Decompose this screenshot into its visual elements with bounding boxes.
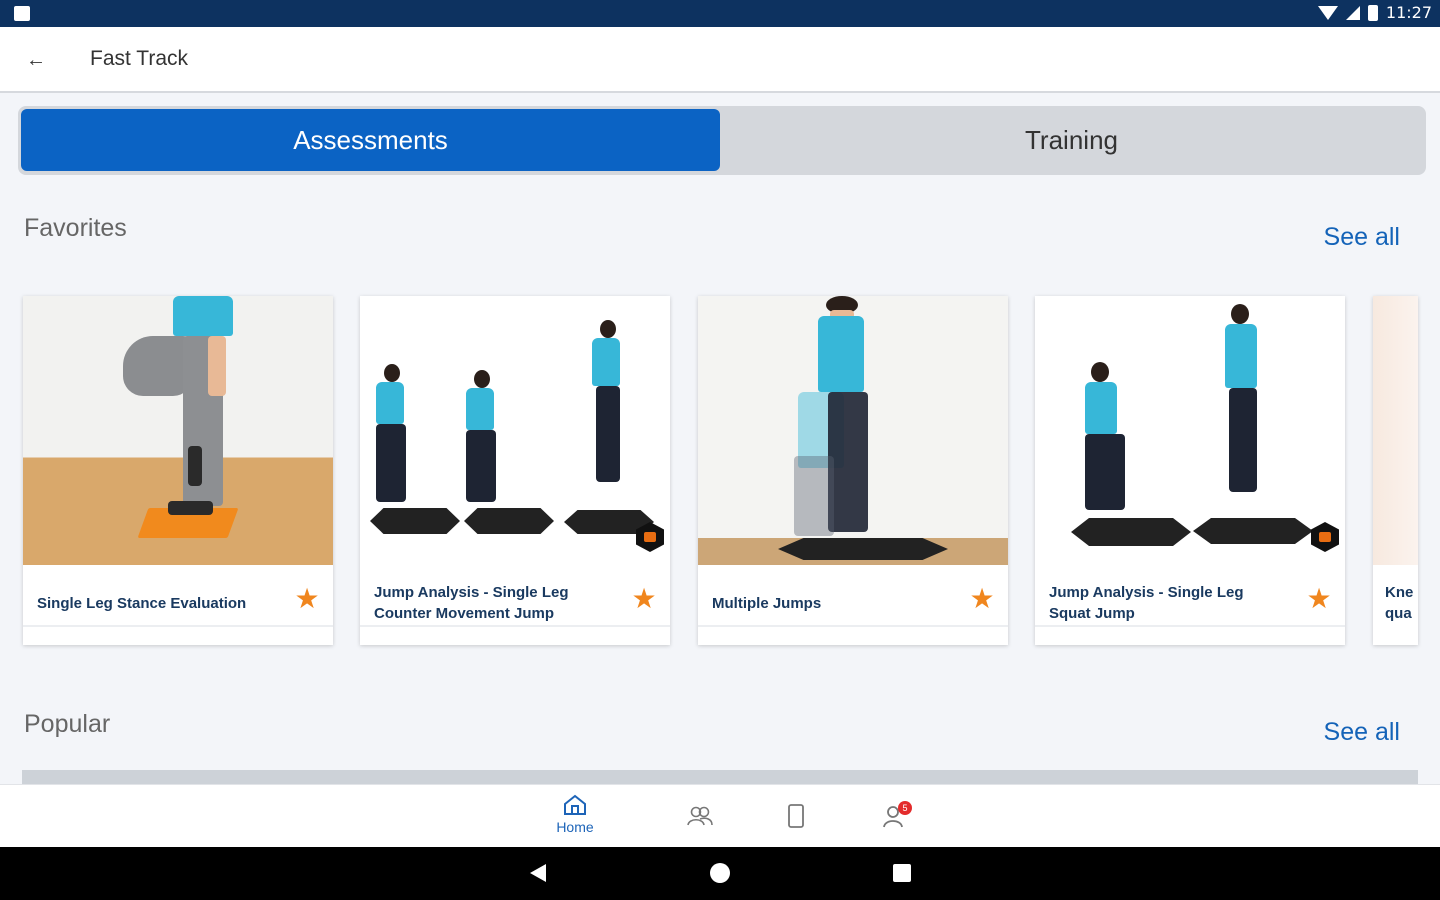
phone-icon [788, 804, 804, 828]
card-title-line2: qua [1385, 605, 1412, 622]
favorite-card[interactable]: Jump Analysis - Single Leg Squat Jump ★ [1035, 296, 1345, 645]
favorites-title: Favorites [24, 214, 127, 242]
favorite-card[interactable]: Multiple Jumps ★ [698, 296, 1008, 645]
favorites-see-all-link[interactable]: See all [1324, 223, 1400, 252]
sd-card-icon [14, 6, 30, 21]
card-thumbnail [23, 296, 333, 565]
notification-badge: 5 [898, 801, 912, 815]
popular-title: Popular [24, 710, 111, 738]
nav-home-label: Home [556, 819, 594, 835]
bottom-navigation: Home 5 [0, 784, 1440, 847]
card-thumbnail [698, 296, 1008, 565]
card-title: Single Leg Stance Evaluation [37, 594, 247, 612]
card-title: Kne qua [1385, 582, 1413, 624]
popular-see-all-link[interactable]: See all [1324, 718, 1400, 747]
wifi-icon [1317, 5, 1338, 20]
system-back-icon[interactable] [530, 864, 546, 882]
card-thumbnail [1373, 296, 1418, 565]
favorite-card[interactable]: Single Leg Stance Evaluation ★ [23, 296, 333, 645]
popular-list-top [22, 770, 1418, 784]
app-bar: ← Fast Track [0, 27, 1440, 93]
star-icon[interactable]: ★ [630, 585, 658, 613]
status-icons: 11:27 [1317, 3, 1432, 22]
favorite-card[interactable]: Jump Analysis - Single Leg Counter Movem… [360, 296, 670, 645]
card-title-line1: Kne [1385, 584, 1414, 601]
back-arrow-icon[interactable]: ← [20, 45, 52, 77]
star-icon[interactable]: ★ [968, 585, 996, 613]
people-icon [687, 806, 713, 826]
nav-profile[interactable]: 5 [864, 801, 924, 853]
card-thumbnail [360, 296, 670, 565]
segmented-tabs: Assessments Training [18, 106, 1426, 175]
favorite-card-partial[interactable]: Kne qua [1373, 296, 1418, 645]
tab-assessments[interactable]: Assessments [21, 109, 720, 171]
battery-icon [1367, 4, 1378, 21]
system-nav-bar [0, 847, 1440, 900]
page-title: Fast Track [90, 47, 189, 70]
card-thumbnail [1035, 296, 1345, 565]
system-recents-icon[interactable] [893, 864, 911, 882]
status-time: 11:27 [1385, 3, 1432, 22]
status-bar: 11:27 [0, 0, 1440, 27]
card-title: Jump Analysis - Single Leg Counter Movem… [374, 584, 569, 622]
tab-training[interactable]: Training [720, 109, 1423, 171]
star-icon[interactable]: ★ [293, 585, 321, 613]
card-title: Jump Analysis - Single Leg Squat Jump [1049, 584, 1244, 622]
signal-icon [1345, 5, 1360, 20]
card-title: Multiple Jumps [712, 594, 822, 612]
nav-device[interactable] [766, 803, 826, 853]
home-icon [564, 794, 586, 815]
nav-home[interactable]: Home [545, 793, 605, 843]
star-icon[interactable]: ★ [1305, 585, 1333, 613]
system-home-icon[interactable] [710, 863, 730, 883]
